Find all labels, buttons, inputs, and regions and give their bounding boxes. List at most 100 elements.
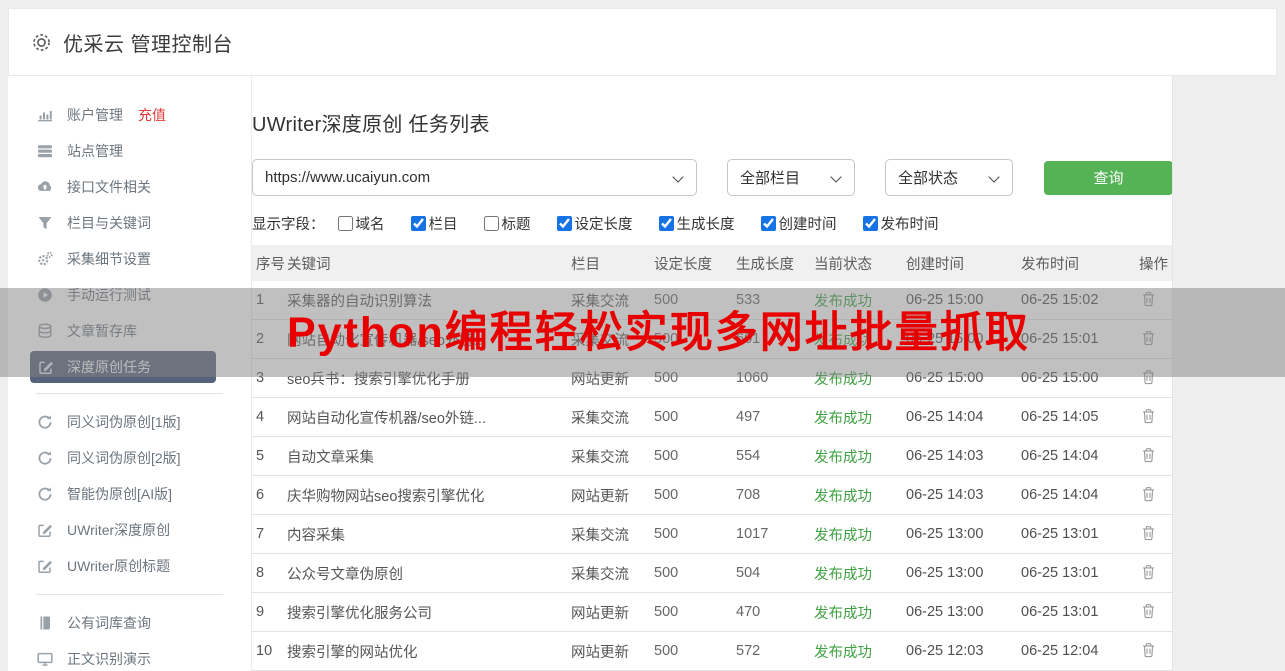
field-option-4[interactable]: 生成长度 — [658, 213, 735, 234]
sidebar-item-label: UWriter深度原创 — [67, 522, 171, 538]
field-option-3[interactable]: 设定长度 — [556, 213, 633, 234]
field-option-1[interactable]: 栏目 — [410, 213, 458, 234]
cell-published: 06-25 13:01 — [1021, 526, 1099, 542]
field-option-0[interactable]: 域名 — [337, 213, 385, 234]
delete-button[interactable] — [1139, 484, 1158, 504]
cell-status: 发布成功 — [814, 449, 872, 466]
delete-button[interactable] — [1139, 523, 1158, 543]
table-row: 5 自动文章采集 采集交流 500 554 发布成功 06-25 14:03 06-25 14… — [252, 437, 1172, 476]
sidebar: 账户管理 充值 站点管理 接口文件相关 栏目与关键词采集细节设置手动运行测试 文章暂存库深… — [8, 76, 252, 671]
sidebar-item-1-4[interactable]: UWriter原创标题 — [8, 548, 251, 584]
cell-gen_len: 1017 — [736, 526, 769, 542]
gear-icon — [31, 32, 52, 53]
field-checkbox[interactable] — [760, 216, 776, 231]
sidebar-item-0-6[interactable]: 文章暂存库 — [8, 313, 251, 349]
cell-created: 06-25 13:00 — [906, 526, 984, 542]
sidebar-item-label: 采集细节设置 — [67, 251, 151, 267]
delete-button[interactable] — [1139, 601, 1158, 621]
cell-no: 6 — [256, 487, 265, 503]
cell-actions — [1138, 367, 1172, 389]
cell-status: 发布成功 — [814, 410, 872, 427]
table-row: 3 seo兵书：搜索引擎优化手册 网站更新 500 1060 发布成功 06-25 15:0… — [252, 359, 1172, 398]
content-card: 账户管理 充值 站点管理 接口文件相关 栏目与关键词采集细节设置手动运行测试 文章暂存库深… — [8, 76, 1173, 671]
field-option-2[interactable]: 标题 — [483, 213, 531, 234]
sidebar-item-1-1[interactable]: 同义词伪原创[2版] — [8, 440, 251, 476]
site-select[interactable]: https://www.ucaiyun.com — [252, 159, 697, 196]
delete-button[interactable] — [1139, 328, 1158, 348]
sidebar-item-2-1[interactable]: 正文识别演示 — [8, 641, 251, 671]
sidebar-item-0-4[interactable]: 采集细节设置 — [8, 241, 251, 277]
database-icon — [37, 323, 54, 340]
sidebar-item-1-0[interactable]: 同义词伪原创[1版] — [8, 404, 251, 440]
field-checkbox[interactable] — [337, 216, 353, 231]
delete-button[interactable] — [1139, 367, 1158, 387]
cell-actions — [1138, 640, 1172, 662]
cell-status: 发布成功 — [814, 293, 872, 310]
app-header: 优采云 管理控制台 — [8, 8, 1277, 76]
cell-set_len: 500 — [654, 487, 679, 503]
trash-icon — [1141, 564, 1156, 580]
main-panel: UWriter深度原创 任务列表 https://www.ucaiyun.com… — [252, 76, 1172, 671]
sidebar-item-0-5[interactable]: 手动运行测试 — [8, 277, 251, 313]
cell-actions — [1138, 523, 1172, 545]
delete-button[interactable] — [1139, 445, 1158, 465]
field-option-6[interactable]: 发布时间 — [862, 213, 939, 234]
recharge-badge[interactable]: 充值 — [138, 105, 166, 125]
field-checkbox[interactable] — [410, 216, 426, 231]
sidebar-item-0-7[interactable]: 深度原创任务 — [30, 351, 216, 383]
cell-actions — [1138, 445, 1172, 467]
cell-created: 06-25 15:00 — [906, 370, 984, 386]
status-select[interactable]: 全部状态 — [885, 159, 1013, 196]
cell-no: 4 — [256, 409, 265, 425]
field-option-5[interactable]: 创建时间 — [760, 213, 837, 234]
sidebar-item-1-2[interactable]: 智能伪原创[AI版] — [8, 476, 251, 512]
cell-column: 网站更新 — [571, 371, 629, 388]
cell-column: 网站更新 — [571, 644, 629, 661]
cell-gen_len: 601 — [736, 331, 761, 347]
field-option-label: 域名 — [355, 217, 385, 233]
cell-keyword: 内容采集 — [287, 527, 345, 544]
cell-no: 3 — [256, 370, 265, 386]
cell-published: 06-25 15:01 — [1021, 331, 1099, 347]
refresh-icon — [37, 486, 54, 503]
trash-icon — [1141, 603, 1156, 619]
column-header: 创建时间 — [906, 256, 964, 273]
cell-published: 06-25 12:04 — [1021, 643, 1099, 659]
cell-gen_len: 572 — [736, 643, 761, 659]
cell-actions — [1138, 289, 1172, 311]
table-row: 1 采集器的自动识别算法 采集交流 500 533 发布成功 06-25 15:00 06-2… — [252, 281, 1172, 320]
cell-gen_len: 504 — [736, 565, 761, 581]
field-option-label: 标题 — [501, 217, 531, 233]
cell-keyword: 公众号文章伪原创 — [287, 566, 403, 583]
delete-button[interactable] — [1139, 289, 1158, 309]
cell-no: 10 — [256, 643, 273, 659]
query-button[interactable]: 查询 — [1044, 160, 1172, 195]
sidebar-item-0-0[interactable]: 账户管理 充值 — [8, 97, 251, 133]
cell-gen_len: 497 — [736, 409, 761, 425]
column-header: 设定长度 — [654, 256, 712, 273]
sidebar-item-2-0[interactable]: 公有词库查询 — [8, 605, 251, 641]
field-checkbox[interactable] — [862, 216, 878, 231]
table-row: 7 内容采集 采集交流 500 1017 发布成功 06-25 13:00 06-25 13:… — [252, 515, 1172, 554]
fields-label: 显示字段： — [252, 217, 325, 233]
cell-status: 发布成功 — [814, 371, 872, 388]
column-select[interactable]: 全部栏目 — [727, 159, 855, 196]
delete-button[interactable] — [1139, 562, 1158, 582]
field-checkbox[interactable] — [556, 216, 572, 231]
field-checkbox[interactable] — [483, 216, 499, 231]
cell-created: 06-25 13:00 — [906, 604, 984, 620]
sidebar-item-0-2[interactable]: 接口文件相关 — [8, 169, 251, 205]
cell-no: 2 — [256, 331, 265, 347]
cell-keyword: 搜索引擎的网站优化 — [287, 644, 418, 661]
delete-button[interactable] — [1139, 406, 1158, 426]
table-row: 8 公众号文章伪原创 采集交流 500 504 发布成功 06-25 13:00 06-25 … — [252, 554, 1172, 593]
field-checkbox[interactable] — [658, 216, 674, 231]
page-title: UWriter深度原创 任务列表 — [252, 114, 490, 136]
sidebar-item-0-1[interactable]: 站点管理 — [8, 133, 251, 169]
app-title: 优采云 管理控制台 — [63, 33, 234, 56]
sidebar-item-1-3[interactable]: UWriter深度原创 — [8, 512, 251, 548]
cell-keyword: 网站自动化宣传机器/seo外链... — [287, 410, 486, 427]
sidebar-item-0-3[interactable]: 栏目与关键词 — [8, 205, 251, 241]
field-option-label: 发布时间 — [880, 217, 939, 233]
delete-button[interactable] — [1139, 640, 1158, 660]
